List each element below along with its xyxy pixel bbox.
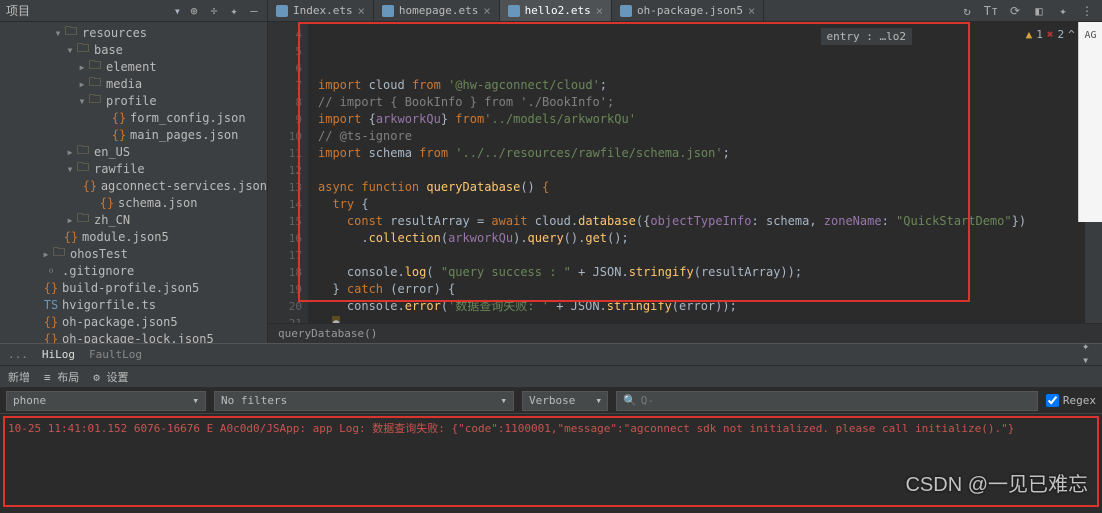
log-toolbar: 新增 ≡ 布局 ⚙ 设置 (0, 366, 1102, 388)
code-editor[interactable]: ▲1 ✖2 ^ v import cloud from '@hw-agconne… (308, 22, 1102, 323)
log-toolbar-item[interactable]: ⚙ 设置 (93, 369, 128, 385)
tree-item[interactable]: ▸🗀ohosTest (0, 245, 267, 262)
editor-tab[interactable]: hello2.ets× (500, 0, 612, 21)
tree-item[interactable]: ▾🗀resources (0, 24, 267, 41)
sidebar-toolbar: 项目 ▾ ⊕ ÷ ✦ — (0, 0, 267, 22)
log-panel: ... HiLog FaultLog 新增 ≡ 布局 ⚙ 设置 phone▾ No fi… (0, 343, 1102, 513)
breadcrumb-bar[interactable]: queryDatabase() (268, 323, 1102, 343)
close-icon[interactable]: × (596, 4, 603, 18)
log-toolbar-item[interactable]: 新增 (8, 369, 30, 385)
tree-item[interactable]: {}module.json5 (0, 228, 267, 245)
log-panel-tabs: ... HiLog FaultLog (0, 344, 1102, 366)
gear-icon[interactable]: ✦ ▾ (1082, 346, 1096, 360)
file-icon (508, 5, 520, 17)
tree-item[interactable]: {}main_pages.json (0, 126, 267, 143)
log-tab[interactable]: FaultLog (89, 348, 142, 361)
editor-tab[interactable]: homepage.ets× (374, 0, 500, 21)
tree-item[interactable]: TShvigorfile.ts (0, 296, 267, 313)
level-select[interactable]: Verbose▾ (522, 391, 608, 411)
tree-item[interactable]: {}schema.json (0, 194, 267, 211)
file-icon (276, 5, 288, 17)
tree-item[interactable]: ▾🗀profile (0, 92, 267, 109)
chevron-down-icon: ▾ (595, 394, 602, 407)
right-panel-stub: AG (1078, 22, 1102, 222)
log-line: 10-25 11:41:01.152 6076-16676 E A0c0d0/J… (8, 422, 1014, 435)
context-crumb[interactable]: entry : …lo2 (821, 28, 912, 45)
chevron-down-icon: ▾ (192, 394, 199, 407)
close-icon[interactable]: × (358, 4, 365, 18)
sidebar-title: 项目 (6, 2, 168, 19)
warning-icon[interactable]: ▲ (1026, 26, 1033, 43)
tree-item[interactable]: ◦.gitignore (0, 262, 267, 279)
tree-item[interactable]: {}oh-package.json5 (0, 313, 267, 330)
typography-icon[interactable]: Tт (984, 4, 998, 18)
log-tab[interactable]: ... (8, 348, 28, 361)
tree-item[interactable]: {}oh-package-lock.json5 (0, 330, 267, 343)
tab-bar: Index.ets×homepage.ets×hello2.ets×oh-pac… (268, 0, 1102, 22)
log-toolbar-item[interactable]: ≡ 布局 (44, 369, 79, 385)
filter-select[interactable]: No filters▾ (214, 391, 514, 411)
editor-body: 456789101112131415161718192021 ▲1 ✖2 ^ v… (268, 22, 1102, 323)
settings-icon[interactable]: ✦ (1056, 4, 1070, 18)
file-icon (382, 5, 394, 17)
file-icon (620, 5, 632, 17)
tree-item[interactable]: ▸🗀media (0, 75, 267, 92)
collapse-icon[interactable]: — (247, 4, 261, 18)
device-select[interactable]: phone▾ (6, 391, 206, 411)
tree-item[interactable]: ▾🗀rawfile (0, 160, 267, 177)
tree-item[interactable]: ▸🗀zh_CN (0, 211, 267, 228)
tree-item[interactable]: {}build-profile.json5 (0, 279, 267, 296)
log-search-input[interactable]: 🔍 Q- (616, 391, 1038, 411)
more-icon[interactable]: ⋮ (1080, 4, 1094, 18)
error-icon[interactable]: ✖ (1047, 26, 1054, 43)
regex-checkbox[interactable]: Regex (1046, 394, 1096, 407)
editor-tab[interactable]: Index.ets× (268, 0, 374, 21)
chevron-down-icon[interactable]: ▾ (174, 4, 181, 18)
tree-item[interactable]: {}agconnect-services.json (0, 177, 267, 194)
tree-item[interactable]: ▸🗀en_US (0, 143, 267, 160)
gear-icon[interactable]: ✦ (227, 4, 241, 18)
log-tab[interactable]: HiLog (42, 348, 75, 361)
close-icon[interactable]: × (748, 4, 755, 18)
editor-tab[interactable]: oh-package.json5× (612, 0, 764, 21)
editor-area: Index.ets×homepage.ets×hello2.ets×oh-pac… (268, 0, 1102, 343)
target-icon[interactable]: ⊕ (187, 4, 201, 18)
bookmark-icon[interactable]: ◧ (1032, 4, 1046, 18)
chevron-down-icon: ▾ (500, 394, 507, 407)
breadcrumb-item[interactable]: queryDatabase() (278, 327, 377, 340)
tree-item[interactable]: ▾🗀base (0, 41, 267, 58)
search-icon: 🔍 (623, 394, 637, 407)
refresh-icon[interactable]: ↻ (960, 4, 974, 18)
tree-item[interactable]: {}form_config.json (0, 109, 267, 126)
log-filters: phone▾ No filters▾ Verbose▾ 🔍 Q- Regex (0, 388, 1102, 414)
sort-icon[interactable]: ÷ (207, 4, 221, 18)
tree-item[interactable]: ▸🗀element (0, 58, 267, 75)
sync-icon[interactable]: ⟳ (1008, 4, 1022, 18)
project-tree[interactable]: ▾🗀resources▾🗀base▸🗀element▸🗀media▾🗀profi… (0, 22, 267, 343)
log-output[interactable]: 10-25 11:41:01.152 6076-16676 E A0c0d0/J… (0, 414, 1102, 513)
close-icon[interactable]: × (483, 4, 490, 18)
project-sidebar: 项目 ▾ ⊕ ÷ ✦ — ▾🗀resources▾🗀base▸🗀element▸… (0, 0, 268, 343)
line-number-gutter: 456789101112131415161718192021 (268, 22, 308, 323)
regex-checkbox-input[interactable] (1046, 394, 1059, 407)
